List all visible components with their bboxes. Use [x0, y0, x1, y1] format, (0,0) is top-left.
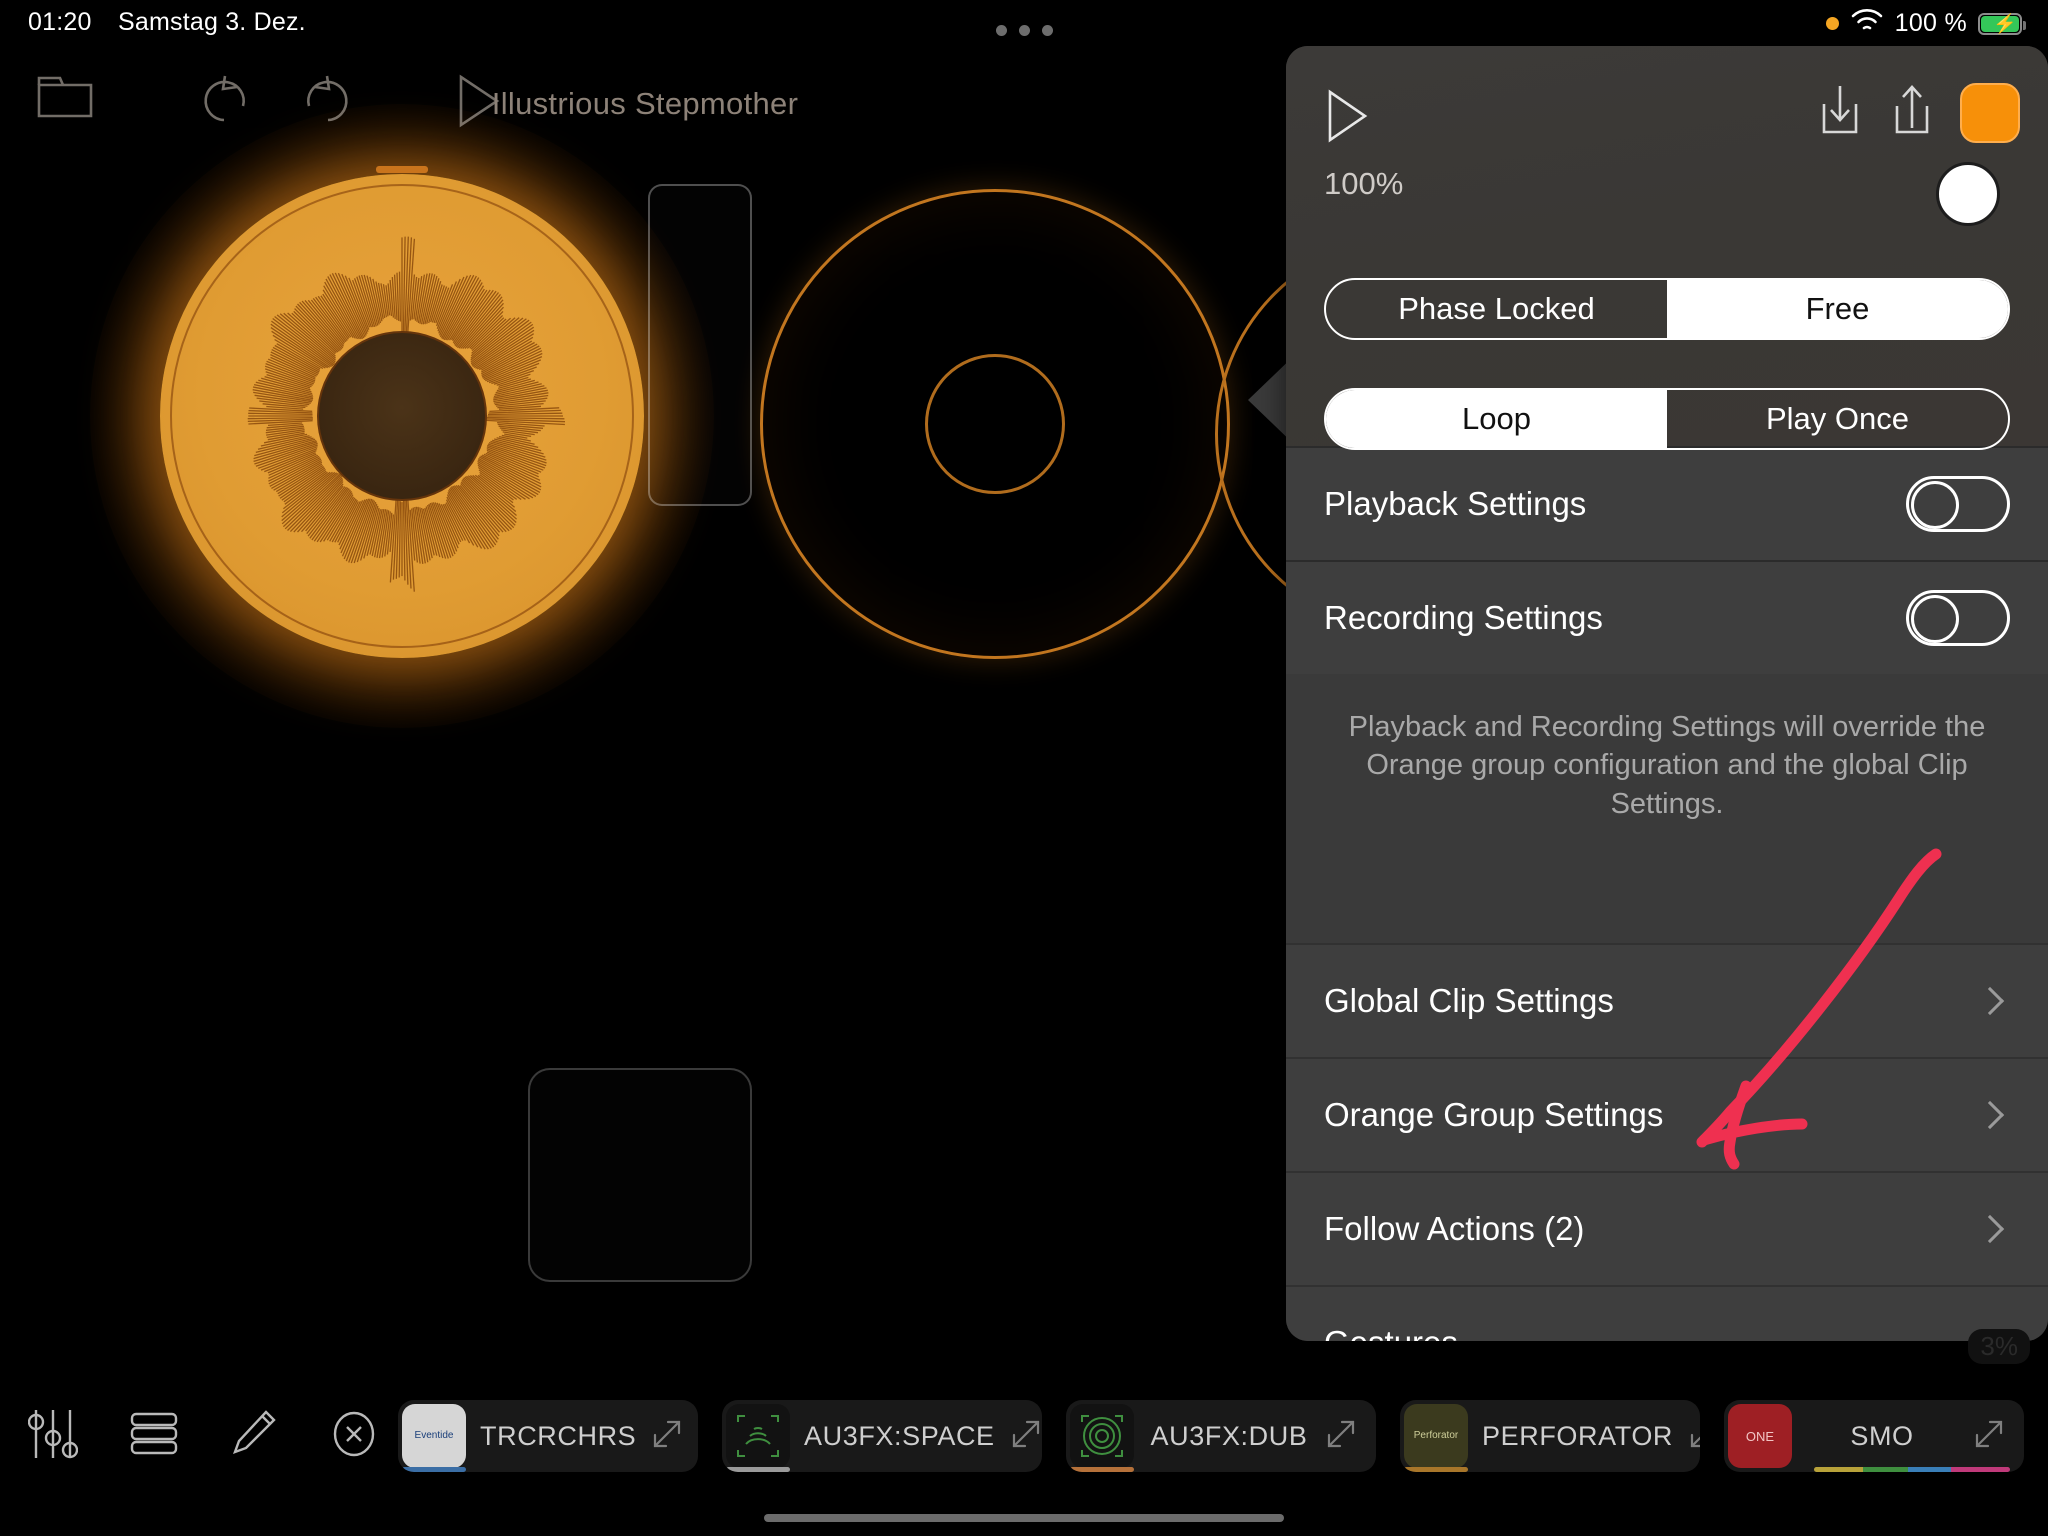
plugin-chip[interactable]: Perforator PERFORATOR	[1400, 1400, 1700, 1472]
plugin-icon	[726, 1404, 790, 1468]
volume-knob[interactable]	[1936, 162, 2000, 226]
expand-icon[interactable]	[1009, 1417, 1042, 1456]
segment-option-free[interactable]: Free	[1667, 280, 2008, 338]
plugin-name: SMO	[1850, 1420, 1914, 1451]
row-playback-settings[interactable]: Playback Settings	[1286, 448, 2048, 560]
share-icon[interactable]	[1890, 82, 1934, 143]
segment-option-play-once[interactable]: Play Once	[1667, 390, 2008, 448]
row-label: Follow Actions (2)	[1324, 1209, 1585, 1247]
row-recording-settings[interactable]: Recording Settings	[1286, 562, 2048, 674]
row-label: Global Clip Settings	[1324, 981, 1614, 1019]
status-bar: 01:20 Samstag 3. Dez. 100 % ⚡	[0, 0, 2048, 44]
loop-canvas[interactable]	[0, 44, 1290, 1374]
orange-group-button[interactable]	[1960, 82, 2020, 143]
plugin-underline	[1814, 1467, 2010, 1472]
cpu-badge: 3%	[1968, 1329, 2030, 1364]
toggle-knob	[1911, 595, 1959, 643]
row-orange-group-settings[interactable]: Orange Group Settings	[1286, 1058, 2048, 1171]
panel-header-actions	[1816, 82, 2020, 143]
plugin-icon: ONE	[1728, 1404, 1792, 1468]
row-gestures[interactable]: Gestures	[1286, 1286, 2048, 1341]
loop-ring-inner	[925, 354, 1065, 494]
segment-option-phase-locked[interactable]: Phase Locked	[1326, 280, 1667, 338]
panel-note: Playback and Recording Settings will ove…	[1286, 674, 2048, 865]
play-mode-segment[interactable]: Loop Play Once	[1324, 388, 2010, 450]
plugin-strip: Eventide TRCRCHRS AU3FX:SPACE AU3FX:DUB Perf…	[398, 1400, 2024, 1472]
plugin-underline	[726, 1467, 790, 1472]
plugin-chip[interactable]: Eventide TRCRCHRS	[398, 1400, 698, 1472]
home-indicator[interactable]	[764, 1514, 1284, 1522]
row-label: Recording Settings	[1324, 599, 1603, 636]
plugin-icon: Eventide	[402, 1404, 466, 1468]
square-empty-slot[interactable]	[528, 1068, 752, 1282]
bottom-toolbar-icons	[27, 1406, 380, 1467]
plugin-icon: Perforator	[1404, 1404, 1468, 1468]
expand-icon[interactable]	[1324, 1417, 1358, 1456]
panel-header: 100% Phase Locked Free Loop Play Once	[1286, 46, 2048, 450]
vertical-empty-slot[interactable]	[648, 184, 752, 506]
battery-percent: 100 %	[1894, 9, 1967, 37]
app-root: Illustrious Stepmother 100% Phase Locked…	[0, 0, 2048, 1536]
expand-icon[interactable]	[650, 1417, 684, 1456]
plugin-underline	[402, 1467, 466, 1472]
expand-icon[interactable]	[1687, 1417, 1700, 1456]
panel-spacer	[1286, 864, 2048, 943]
expand-icon[interactable]	[1972, 1417, 2006, 1456]
row-follow-actions[interactable]: Follow Actions (2)	[1286, 1172, 2048, 1285]
chevron-right-icon	[1975, 986, 2005, 1015]
status-right: 100 % ⚡	[1825, 7, 2026, 40]
page-title: Illustrious Stepmother	[491, 86, 799, 121]
clip-settings-panel: 100% Phase Locked Free Loop Play Once Pl…	[1286, 46, 2048, 1341]
chevron-right-icon	[1975, 1100, 2005, 1129]
playhead-marker	[376, 166, 428, 173]
recording-settings-toggle[interactable]	[1906, 590, 2010, 646]
plugin-name: AU3FX:DUB	[1150, 1420, 1308, 1451]
sync-mode-segment[interactable]: Phase Locked Free	[1324, 278, 2010, 340]
plugin-name: PERFORATOR	[1482, 1420, 1674, 1451]
battery-icon: ⚡	[1978, 12, 2026, 35]
bottom-toolbar: Eventide TRCRCHRS AU3FX:SPACE AU3FX:DUB Perf…	[0, 1376, 2048, 1536]
clip-center-hole	[317, 331, 487, 501]
plugin-icon	[1070, 1404, 1134, 1468]
pencil-icon[interactable]	[230, 1406, 278, 1467]
download-icon[interactable]	[1816, 82, 1864, 143]
plugin-name: TRCRCHRS	[480, 1420, 637, 1451]
mixer-icon[interactable]	[27, 1406, 79, 1467]
chevron-right-icon	[1975, 1214, 2005, 1243]
multitask-dots[interactable]	[0, 14, 2048, 43]
close-circle-icon[interactable]	[328, 1406, 380, 1467]
segment-option-loop[interactable]: Loop	[1326, 390, 1667, 448]
row-label: Playback Settings	[1324, 485, 1587, 522]
active-loop-clip[interactable]	[90, 104, 714, 728]
list-icon[interactable]	[128, 1406, 180, 1467]
empty-loop-ring[interactable]	[760, 189, 1230, 659]
row-label: Gestures	[1324, 1324, 1458, 1341]
plugin-chip[interactable]: AU3FX:SPACE	[722, 1400, 1042, 1472]
plugin-underline	[1070, 1467, 1134, 1472]
plugin-name: AU3FX:SPACE	[804, 1420, 995, 1451]
row-global-clip-settings[interactable]: Global Clip Settings	[1286, 944, 2048, 1057]
playback-settings-toggle[interactable]	[1906, 476, 2010, 532]
panel-play-icon[interactable]	[1324, 88, 1370, 149]
plugin-chip[interactable]: AU3FX:DUB	[1066, 1400, 1376, 1472]
plugin-chip[interactable]: ONE SMO	[1724, 1400, 2024, 1472]
recording-indicator-icon	[1825, 17, 1839, 30]
plugin-underline	[1404, 1467, 1468, 1472]
row-label: Orange Group Settings	[1324, 1095, 1664, 1133]
volume-percent: 100%	[1324, 166, 1404, 201]
wifi-icon	[1850, 7, 1884, 40]
toggle-knob	[1911, 481, 1959, 529]
